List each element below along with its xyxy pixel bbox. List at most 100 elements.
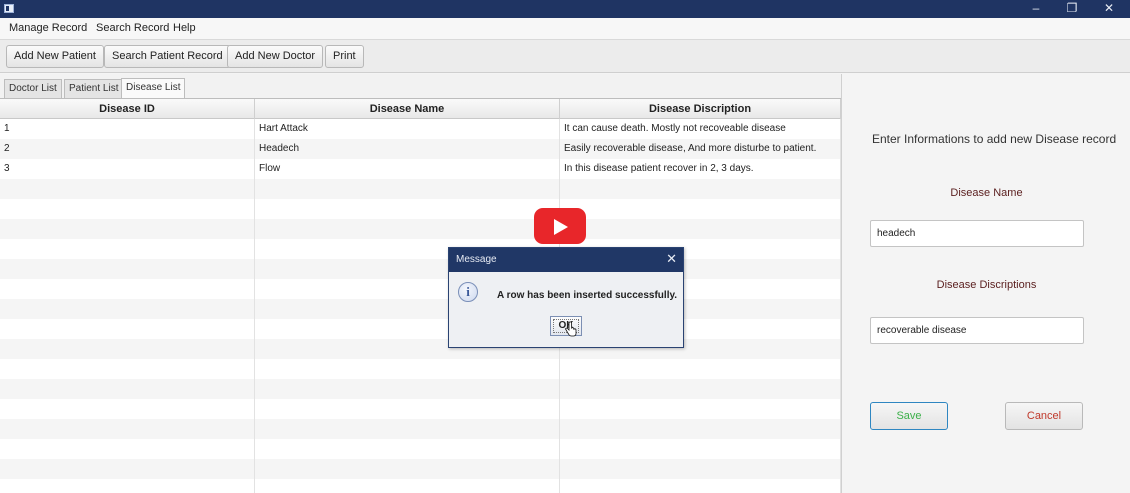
table-cell (0, 479, 255, 493)
table-cell (560, 219, 841, 239)
column-header-disease-name[interactable]: Disease Name (255, 99, 560, 119)
table-cell (0, 239, 255, 259)
table-cell: Headech (255, 139, 560, 159)
table-cell: Flow (255, 159, 560, 179)
menubar: Manage Record Search Record Help (0, 18, 1130, 40)
dialog-title: Message (456, 254, 497, 265)
table-cell (255, 419, 560, 439)
toolbar: Add New Patient Search Patient Record Ad… (0, 40, 1130, 73)
table-cell: It can cause death. Mostly not recoveabl… (560, 119, 841, 139)
dialog-close-icon[interactable]: ✕ (666, 251, 677, 267)
table-cell (560, 179, 841, 199)
restore-button[interactable]: ❐ (1054, 0, 1090, 18)
table-cell (255, 379, 560, 399)
table-row[interactable] (0, 459, 841, 479)
disease-table: Disease ID Disease Name Disease Discript… (0, 98, 841, 493)
table-body: 1 Hart Attack It can cause death. Mostly n… (0, 119, 841, 493)
disease-description-label: Disease Discriptions (936, 279, 1037, 291)
table-cell (0, 439, 255, 459)
table-cell (0, 419, 255, 439)
table-cell: Easily recoverable disease, And more dis… (560, 139, 841, 159)
table-row[interactable] (0, 299, 841, 319)
table-row[interactable] (0, 379, 841, 399)
table-row[interactable] (0, 179, 841, 199)
table-cell (560, 419, 841, 439)
minimize-button[interactable]: – (1018, 0, 1054, 18)
table-cell: In this disease patient recover in 2, 3 … (560, 159, 841, 179)
menu-help[interactable]: Help (173, 22, 196, 34)
table-row[interactable] (0, 479, 841, 493)
table-cell (560, 459, 841, 479)
table-row[interactable] (0, 439, 841, 459)
tab-disease-list[interactable]: Disease List (121, 78, 186, 98)
table-cell: 2 (0, 139, 255, 159)
info-icon: i (458, 282, 478, 302)
table-row[interactable] (0, 199, 841, 219)
table-row[interactable] (0, 399, 841, 419)
table-row[interactable] (0, 319, 841, 339)
table-row[interactable] (0, 239, 841, 259)
table-row[interactable] (0, 259, 841, 279)
disease-name-label: Disease Name (950, 187, 1023, 199)
table-cell (255, 399, 560, 419)
message-dialog: Message ✕ i A row has been inserted succ… (448, 247, 684, 348)
table-cell (560, 199, 841, 219)
table-cell: Hart Attack (255, 119, 560, 139)
table-cell (560, 359, 841, 379)
table-row[interactable] (0, 419, 841, 439)
table-row[interactable]: 3 Flow In this disease patient recover in … (0, 159, 841, 179)
close-button[interactable]: ✕ (1091, 0, 1127, 18)
table-cell (0, 339, 255, 359)
table-cell (0, 319, 255, 339)
table-cell (255, 199, 560, 219)
cancel-button[interactable]: Cancel (1005, 402, 1083, 430)
table-cell (0, 459, 255, 479)
disease-name-input[interactable] (870, 220, 1084, 247)
disease-description-input[interactable] (870, 317, 1084, 344)
add-disease-form: Enter Informations to add new Disease re… (841, 74, 1130, 493)
table-cell (0, 359, 255, 379)
hand-cursor-icon (565, 321, 577, 337)
table-cell (560, 379, 841, 399)
save-button[interactable]: Save (870, 402, 948, 430)
youtube-play-icon[interactable] (534, 208, 586, 244)
table-row[interactable] (0, 339, 841, 359)
table-row[interactable]: 1 Hart Attack It can cause death. Mostly n… (0, 119, 841, 139)
table-row[interactable] (0, 359, 841, 379)
column-header-disease-id[interactable]: Disease ID (0, 99, 255, 119)
table-row[interactable] (0, 219, 841, 239)
column-header-disease-description[interactable]: Disease Discription (560, 99, 841, 119)
table-cell (255, 479, 560, 493)
ok-button[interactable]: OK (550, 316, 582, 337)
add-new-patient-button[interactable]: Add New Patient (6, 45, 104, 68)
dialog-message: A row has been inserted successfully. (497, 290, 678, 301)
table-cell (255, 359, 560, 379)
table-cell (560, 399, 841, 419)
table-cell (255, 439, 560, 459)
tab-bar: Doctor List Patient List Disease List (0, 74, 841, 98)
add-new-doctor-button[interactable]: Add New Doctor (227, 45, 324, 68)
print-button[interactable]: Print (325, 45, 364, 68)
menu-search-record[interactable]: Search Record (96, 22, 169, 34)
tab-doctor-list[interactable]: Doctor List (4, 79, 62, 98)
table-cell (560, 439, 841, 459)
form-title: Enter Informations to add new Disease re… (872, 132, 1117, 146)
tab-patient-list[interactable]: Patient List (64, 79, 124, 98)
table-row[interactable] (0, 279, 841, 299)
table-cell (0, 259, 255, 279)
table-cell (0, 399, 255, 419)
table-cell (0, 299, 255, 319)
table-row[interactable]: 2 Headech Easily recoverable disease, And … (0, 139, 841, 159)
table-cell (0, 379, 255, 399)
table-cell (560, 479, 841, 493)
dialog-titlebar: Message ✕ (449, 248, 683, 272)
table-header: Disease ID Disease Name Disease Discript… (0, 99, 841, 119)
table-cell: 1 (0, 119, 255, 139)
table-cell: 3 (0, 159, 255, 179)
table-cell (0, 279, 255, 299)
table-cell (0, 219, 255, 239)
search-patient-record-button[interactable]: Search Patient Record (104, 45, 231, 68)
menu-manage-record[interactable]: Manage Record (9, 22, 87, 34)
table-cell (255, 219, 560, 239)
app-icon (4, 4, 14, 13)
